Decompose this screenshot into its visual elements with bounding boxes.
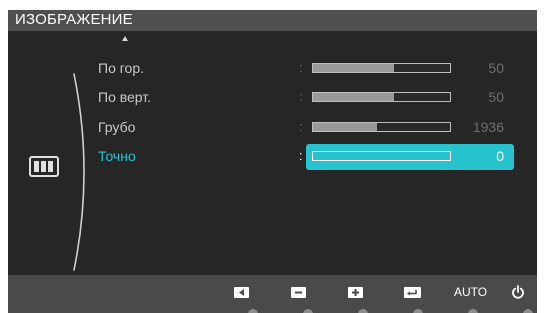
auto-button[interactable]: AUTO: [454, 286, 487, 299]
separator: :: [299, 119, 303, 134]
power-icon: [512, 285, 524, 299]
power-button[interactable]: [511, 285, 525, 304]
button-indicator-dot: [303, 309, 313, 313]
minus-button[interactable]: [291, 287, 306, 298]
bottom-button-bar: AUTO: [8, 275, 537, 313]
enter-button[interactable]: [404, 287, 421, 298]
menu-item-coarse[interactable]: Грубо : 1936: [8, 115, 537, 141]
fine-value: 0: [496, 148, 504, 164]
scroll-up-indicator-icon: [122, 36, 128, 41]
left-arrow-button[interactable]: [234, 287, 249, 298]
plus-button[interactable]: [348, 287, 363, 298]
osd-menu: ИЗОБРАЖЕНИЕ По гор. : 50 По верт. : 50 Г…: [8, 10, 537, 313]
separator: :: [299, 89, 303, 104]
button-indicator-dot: [413, 309, 423, 313]
left-arrow-icon: [234, 287, 249, 298]
menu-item-fine[interactable]: Точно : 0: [8, 144, 537, 170]
h-position-value: 50: [488, 60, 504, 76]
coarse-value: 1936: [472, 119, 504, 135]
separator: :: [299, 60, 303, 75]
h-position-slider[interactable]: [312, 63, 451, 73]
v-position-slider[interactable]: [312, 92, 451, 102]
slider-fill: [313, 123, 378, 131]
auto-button-label: AUTO: [454, 285, 488, 299]
menu-item-label: По верт.: [98, 89, 152, 105]
button-indicator-dot: [358, 309, 368, 313]
minus-icon: [291, 287, 306, 298]
menu-item-h-position[interactable]: По гор. : 50: [8, 56, 537, 82]
button-indicator-dot: [523, 309, 533, 313]
menu-item-v-position[interactable]: По верт. : 50: [8, 85, 537, 111]
coarse-slider[interactable]: [312, 122, 451, 132]
menu-item-label: По гор.: [98, 60, 144, 76]
title-bar: ИЗОБРАЖЕНИЕ: [8, 10, 537, 31]
separator: :: [299, 148, 303, 163]
v-position-value: 50: [488, 89, 504, 105]
button-indicator-dot: [248, 309, 258, 313]
plus-icon: [348, 287, 363, 298]
enter-icon: [404, 287, 421, 298]
button-indicator-dot: [468, 309, 478, 313]
menu-item-label: Грубо: [98, 119, 136, 135]
slider-fill: [313, 93, 394, 101]
slider-fill: [313, 64, 394, 72]
menu-item-label: Точно: [98, 148, 136, 164]
menu-title: ИЗОБРАЖЕНИЕ: [15, 11, 133, 28]
fine-slider[interactable]: [312, 151, 451, 161]
